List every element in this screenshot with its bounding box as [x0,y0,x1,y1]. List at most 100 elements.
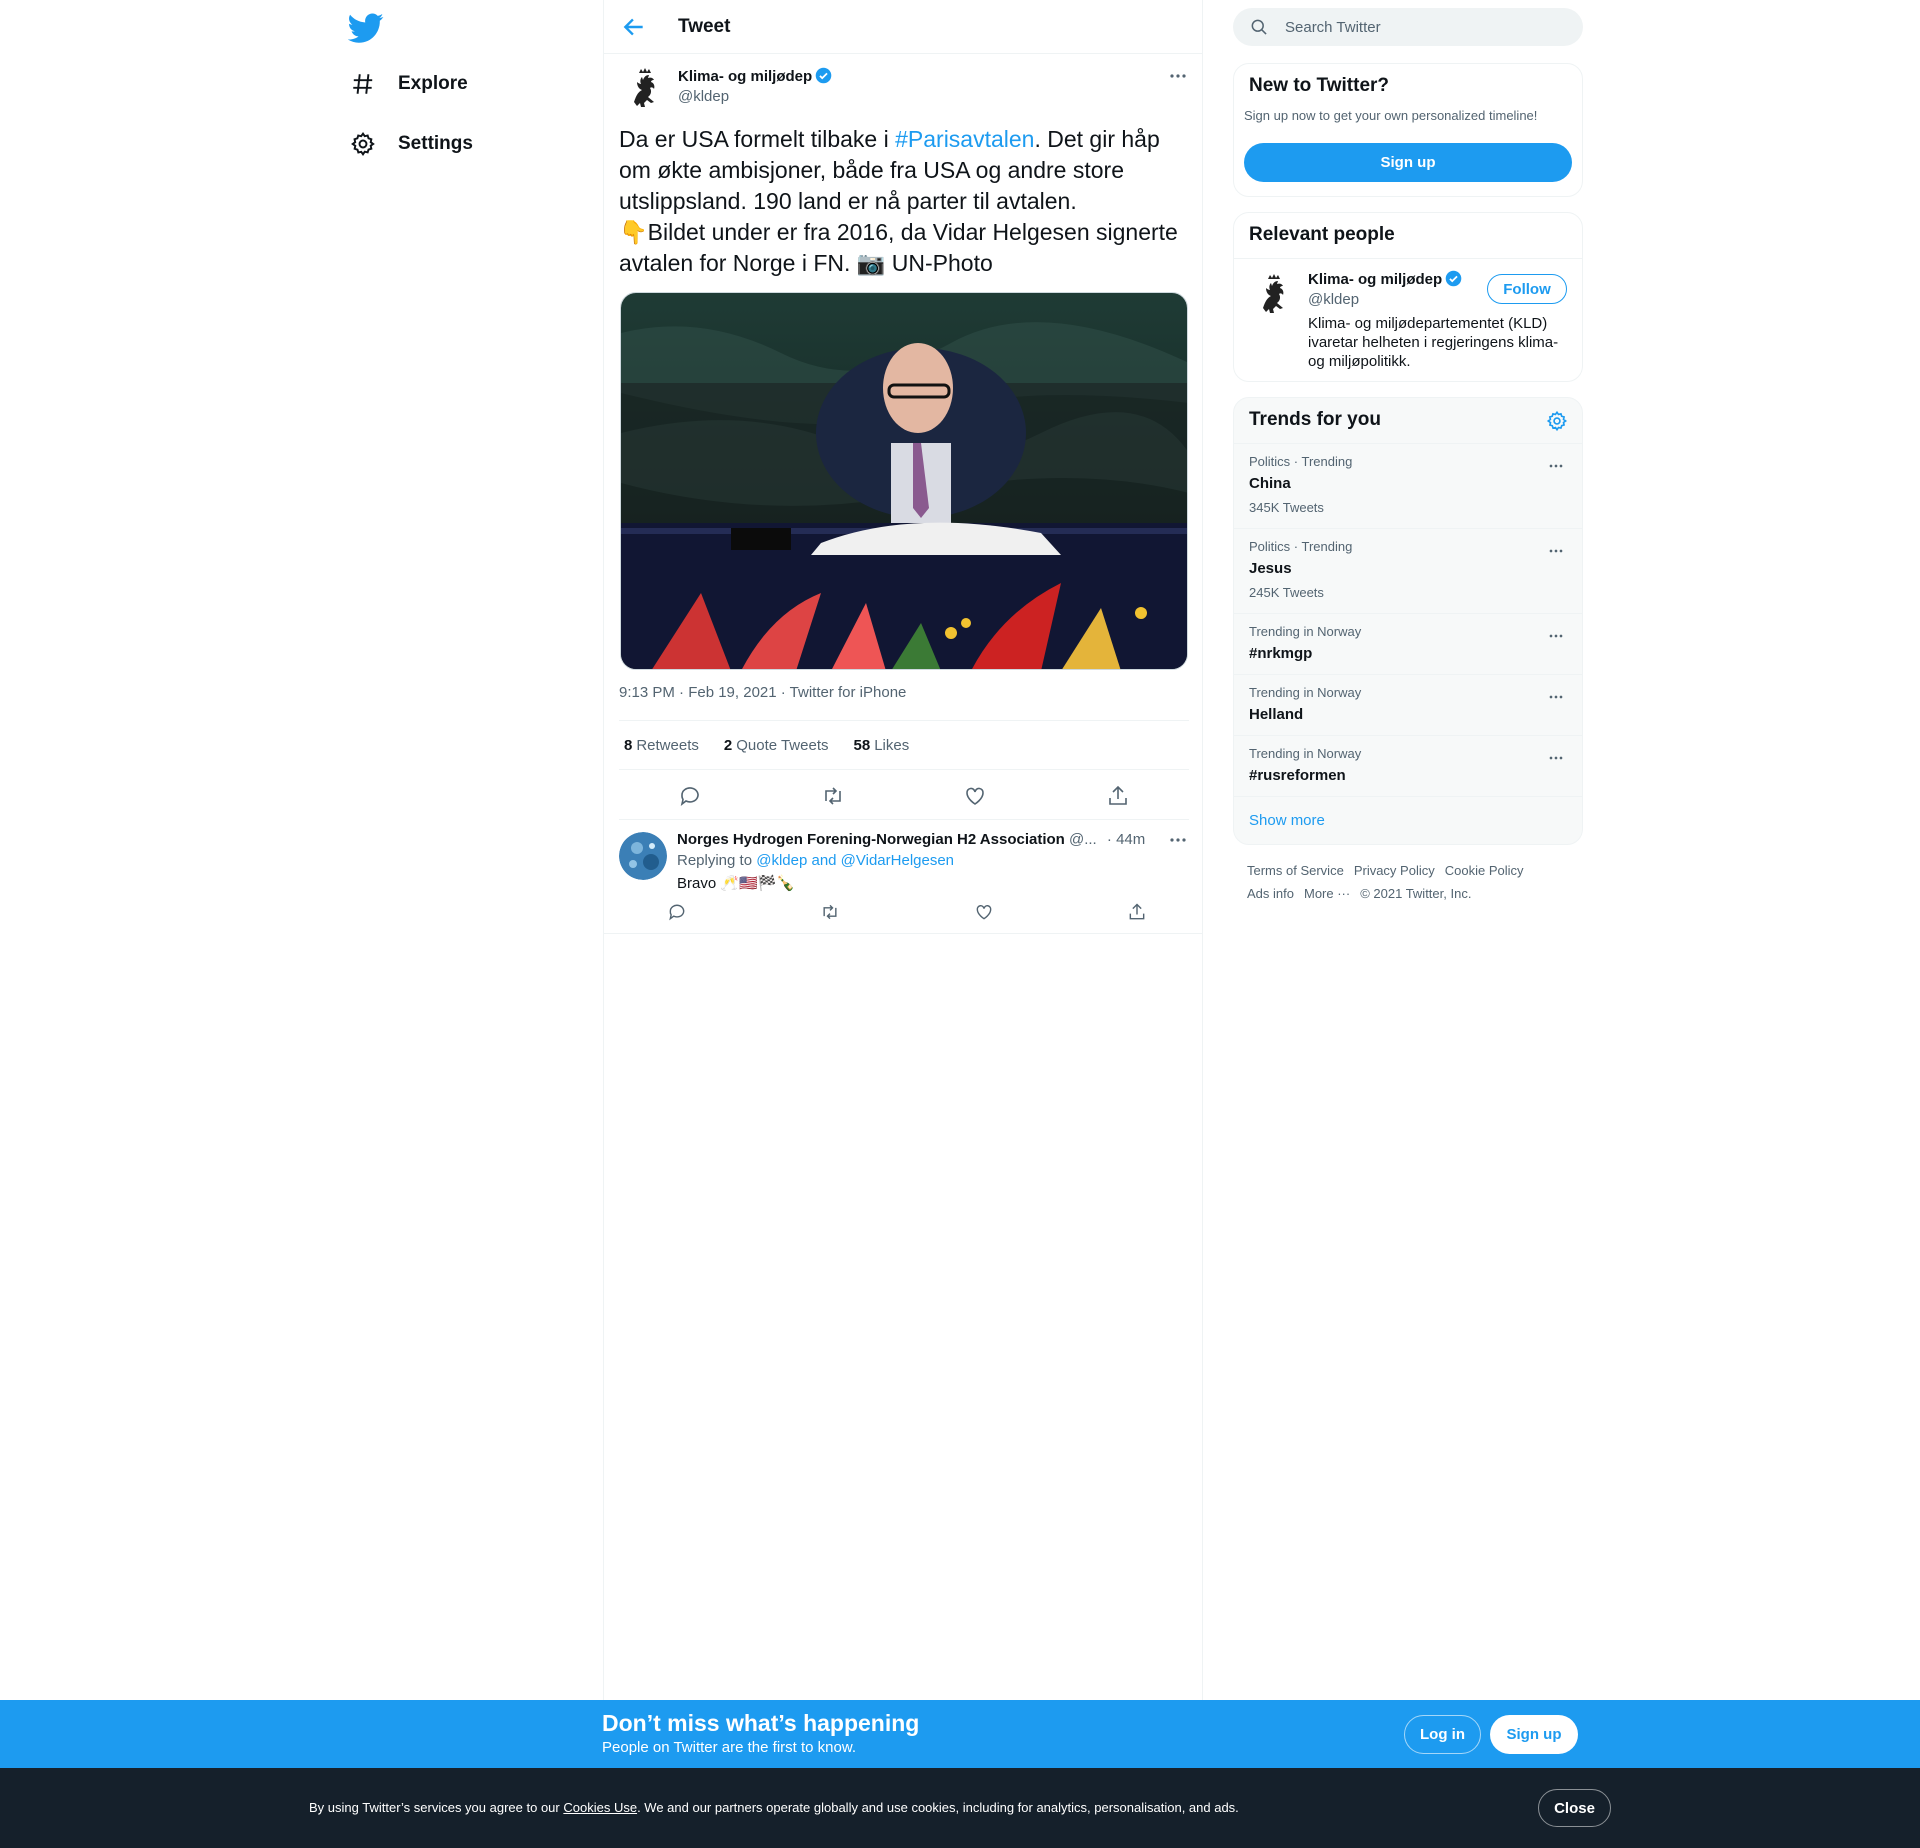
relevant-person-avatar[interactable] [1249,270,1297,318]
retweets-label: Retweets [636,736,699,754]
relevant-person-name-row[interactable]: Klima- og miljødep [1308,270,1462,288]
reply-icon[interactable] [678,784,702,808]
trend-item[interactable]: Trending in Norway Helland [1234,674,1582,735]
cookies-use-link[interactable]: Cookies Use [563,1800,637,1815]
banner-sign-up-button[interactable]: Sign up [1490,1715,1578,1754]
hashtag-link[interactable]: #Parisavtalen [895,126,1034,152]
trend-more-options-icon[interactable] [1546,626,1566,646]
show-more-row[interactable]: Show more [1234,796,1582,845]
quote-tweets-stat[interactable]: 2 Quote Tweets [724,737,829,754]
cookie-text: By using Twitter’s services you agree to… [309,1800,1239,1815]
retweets-count: 8 [624,736,633,754]
author-name-row[interactable]: Klima- og miljødep [678,67,832,85]
tweet-header: Tweet [604,0,1202,54]
signup-banner-headline: Don’t miss what’s happening [602,1710,920,1736]
cookie-text-prefix: By using Twitter’s services you agree to… [309,1800,564,1815]
reply-author-avatar[interactable] [619,832,667,880]
reply-author-handle[interactable]: @... [1069,831,1097,848]
trend-more-options-icon[interactable] [1546,748,1566,768]
twitter-logo-icon[interactable] [348,10,384,46]
trend-count: 245K Tweets [1249,585,1324,600]
nav-explore-label: Explore [398,73,468,94]
like-heart-icon[interactable] [974,902,994,922]
relevant-person-handle[interactable]: @kldep [1308,291,1359,308]
trend-category: Trending in Norway [1249,685,1362,700]
signing-ceremony-image [621,293,1187,669]
tweet-timestamp[interactable]: 9:13 PM · Feb 19, 2021 · Twitter for iPh… [619,684,906,701]
nav-settings-label: Settings [398,133,473,154]
like-heart-icon[interactable] [963,784,987,808]
camera-emoji: 📷 [856,250,886,276]
sign-up-button[interactable]: Sign up [1244,143,1572,182]
verified-badge-icon [1445,270,1462,287]
more-options-icon[interactable] [1166,64,1190,88]
author-name: Klima- og miljødep [678,68,813,85]
page-title: Tweet [678,16,731,37]
search-input[interactable]: Search Twitter [1285,19,1381,36]
cookie-policy-link[interactable]: Cookie Policy [1445,863,1524,878]
tweet-actions [619,772,1189,820]
likes-count: 58 [853,736,871,754]
norway-lion-crest-icon [1263,274,1284,313]
nav-settings[interactable]: Settings [348,122,473,166]
verified-badge-icon [815,67,832,84]
share-icon[interactable] [1127,902,1147,922]
trend-more-options-icon[interactable] [1546,541,1566,561]
trend-item[interactable]: Politics · Trending Jesus 245K Tweets [1234,528,1582,613]
retweet-icon[interactable] [821,784,845,808]
new-to-twitter-subtitle: Sign up now to get your own personalized… [1244,108,1538,123]
trend-more-options-icon[interactable] [1546,687,1566,707]
trends-settings-gear-icon[interactable] [1546,410,1568,432]
tweet-text-part: Da er USA formelt tilbake i [619,126,896,152]
search-box[interactable]: Search Twitter [1233,8,1583,46]
reply-icon[interactable] [667,902,687,922]
trend-name: #nrkmgp [1249,645,1313,662]
retweet-icon[interactable] [820,902,840,922]
trend-more-options-icon[interactable] [1546,456,1566,476]
reply-text: Bravo 🥂🇺🇸🏁🍾 [677,875,796,892]
retweets-stat[interactable]: 8 Retweets [624,737,699,754]
trend-item[interactable]: Politics · Trending China 345K Tweets [1234,443,1582,528]
relevant-people-card: Relevant people Klima- og miljødep @klde… [1233,212,1583,382]
trend-count: 345K Tweets [1249,500,1324,515]
trend-category: Politics · Trending [1249,454,1353,469]
ads-info-link[interactable]: Ads info [1247,886,1294,901]
author-avatar[interactable] [620,64,668,112]
reply-author-row: Norges Hydrogen Forening-Norwegian H2 As… [677,831,1145,848]
nav-explore[interactable]: Explore [348,62,468,106]
reply-actions [667,902,1147,922]
likes-stat[interactable]: 58 Likes [854,737,910,754]
back-arrow-icon[interactable] [621,14,647,40]
share-icon[interactable] [1106,784,1130,808]
trend-item[interactable]: Trending in Norway #rusreformen [1234,735,1582,796]
follow-button[interactable]: Follow [1487,274,1567,304]
trend-item[interactable]: Trending in Norway #nrkmgp [1234,613,1582,674]
relevant-person-bio: Klima- og miljødepartementet (KLD) ivare… [1308,315,1559,370]
new-to-twitter-card: New to Twitter? Sign up now to get your … [1233,63,1583,197]
cookie-text-suffix: . We and our partners operate globally a… [637,1800,1239,1815]
trend-name: China [1249,475,1291,492]
reply-time[interactable]: · 44m [1107,831,1145,848]
log-in-button[interactable]: Log in [1404,1715,1481,1754]
cookie-close-button[interactable]: Close [1538,1789,1611,1827]
more-link[interactable]: More ··· [1304,886,1350,901]
reply-author-name[interactable]: Norges Hydrogen Forening-Norwegian H2 As… [677,831,1065,848]
reply-tweet[interactable]: Norges Hydrogen Forening-Norwegian H2 As… [604,820,1202,934]
tweet-photo[interactable] [620,292,1188,670]
privacy-link[interactable]: Privacy Policy [1354,863,1435,878]
terms-link[interactable]: Terms of Service [1247,863,1344,878]
trends-title: Trends for you [1249,409,1381,430]
reply-more-options-icon[interactable] [1166,828,1190,852]
trend-name: Helland [1249,706,1304,723]
replying-to-targets[interactable]: @kldep and @VidarHelgesen [756,852,954,869]
relevant-people-title: Relevant people [1249,224,1395,245]
author-handle[interactable]: @kldep [678,88,729,105]
footer-links-row1: Terms of Service Privacy Policy Cookie Pol… [1247,863,1534,878]
footer-links-row2: Ads info More ··· © 2021 Twitter, Inc. [1247,886,1481,901]
tweet-stats: 8 Retweets 2 Quote Tweets 58 Likes [619,720,1189,770]
search-icon [1251,19,1267,35]
show-more-link[interactable]: Show more [1249,812,1325,829]
trend-category: Politics · Trending [1249,539,1353,554]
signup-banner: Don’t miss what’s happening People on Tw… [0,1700,1920,1768]
trend-name: Jesus [1249,560,1292,577]
